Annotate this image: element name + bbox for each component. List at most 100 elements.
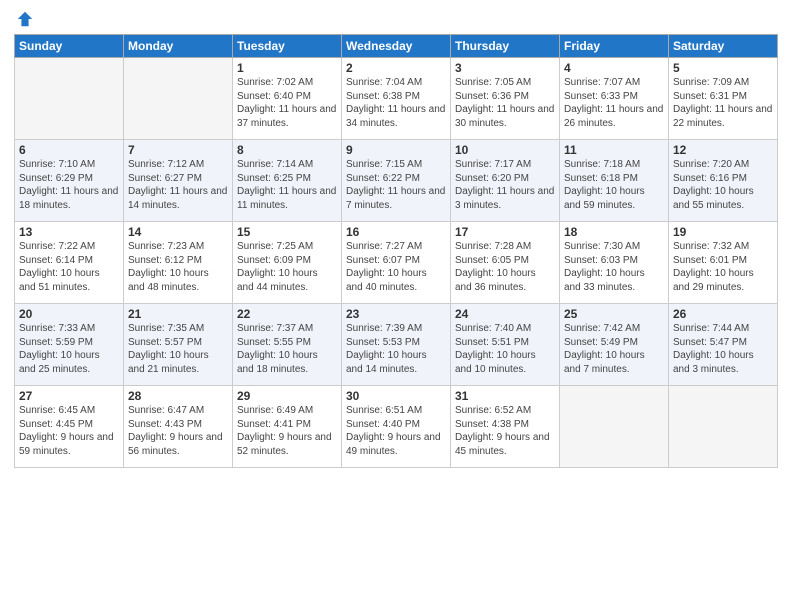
calendar-week-row: 20Sunrise: 7:33 AM Sunset: 5:59 PM Dayli… <box>15 304 778 386</box>
calendar-cell: 3Sunrise: 7:05 AM Sunset: 6:36 PM Daylig… <box>451 58 560 140</box>
day-info: Sunrise: 7:17 AM Sunset: 6:20 PM Dayligh… <box>455 158 555 212</box>
calendar-week-row: 6Sunrise: 7:10 AM Sunset: 6:29 PM Daylig… <box>15 140 778 222</box>
logo-icon <box>16 10 34 28</box>
day-info: Sunrise: 7:30 AM Sunset: 6:03 PM Dayligh… <box>564 240 664 294</box>
calendar-cell: 12Sunrise: 7:20 AM Sunset: 6:16 PM Dayli… <box>669 140 778 222</box>
day-info: Sunrise: 7:32 AM Sunset: 6:01 PM Dayligh… <box>673 240 773 294</box>
day-info: Sunrise: 6:51 AM Sunset: 4:40 PM Dayligh… <box>346 404 446 458</box>
weekday-sunday: Sunday <box>15 35 124 58</box>
calendar-cell <box>15 58 124 140</box>
weekday-header-row: SundayMondayTuesdayWednesdayThursdayFrid… <box>15 35 778 58</box>
calendar-table: SundayMondayTuesdayWednesdayThursdayFrid… <box>14 34 778 468</box>
day-number: 26 <box>673 307 773 321</box>
calendar-cell: 21Sunrise: 7:35 AM Sunset: 5:57 PM Dayli… <box>124 304 233 386</box>
day-info: Sunrise: 7:44 AM Sunset: 5:47 PM Dayligh… <box>673 322 773 376</box>
calendar-cell: 16Sunrise: 7:27 AM Sunset: 6:07 PM Dayli… <box>342 222 451 304</box>
calendar-week-row: 13Sunrise: 7:22 AM Sunset: 6:14 PM Dayli… <box>15 222 778 304</box>
calendar-cell: 31Sunrise: 6:52 AM Sunset: 4:38 PM Dayli… <box>451 386 560 468</box>
day-number: 12 <box>673 143 773 157</box>
calendar-cell: 18Sunrise: 7:30 AM Sunset: 6:03 PM Dayli… <box>560 222 669 304</box>
day-info: Sunrise: 6:47 AM Sunset: 4:43 PM Dayligh… <box>128 404 228 458</box>
day-info: Sunrise: 7:20 AM Sunset: 6:16 PM Dayligh… <box>673 158 773 212</box>
day-number: 14 <box>128 225 228 239</box>
calendar-cell: 23Sunrise: 7:39 AM Sunset: 5:53 PM Dayli… <box>342 304 451 386</box>
day-number: 24 <box>455 307 555 321</box>
day-number: 20 <box>19 307 119 321</box>
calendar-cell: 13Sunrise: 7:22 AM Sunset: 6:14 PM Dayli… <box>15 222 124 304</box>
day-number: 23 <box>346 307 446 321</box>
day-number: 8 <box>237 143 337 157</box>
calendar-cell: 8Sunrise: 7:14 AM Sunset: 6:25 PM Daylig… <box>233 140 342 222</box>
logo <box>14 10 34 28</box>
calendar-cell: 25Sunrise: 7:42 AM Sunset: 5:49 PM Dayli… <box>560 304 669 386</box>
weekday-thursday: Thursday <box>451 35 560 58</box>
day-info: Sunrise: 6:45 AM Sunset: 4:45 PM Dayligh… <box>19 404 119 458</box>
day-number: 18 <box>564 225 664 239</box>
calendar-cell: 7Sunrise: 7:12 AM Sunset: 6:27 PM Daylig… <box>124 140 233 222</box>
day-number: 6 <box>19 143 119 157</box>
day-info: Sunrise: 7:40 AM Sunset: 5:51 PM Dayligh… <box>455 322 555 376</box>
day-info: Sunrise: 7:02 AM Sunset: 6:40 PM Dayligh… <box>237 76 337 130</box>
day-info: Sunrise: 7:35 AM Sunset: 5:57 PM Dayligh… <box>128 322 228 376</box>
day-number: 29 <box>237 389 337 403</box>
day-info: Sunrise: 7:28 AM Sunset: 6:05 PM Dayligh… <box>455 240 555 294</box>
day-number: 16 <box>346 225 446 239</box>
calendar-cell <box>560 386 669 468</box>
day-number: 13 <box>19 225 119 239</box>
calendar-cell: 28Sunrise: 6:47 AM Sunset: 4:43 PM Dayli… <box>124 386 233 468</box>
day-number: 25 <box>564 307 664 321</box>
day-info: Sunrise: 6:49 AM Sunset: 4:41 PM Dayligh… <box>237 404 337 458</box>
day-number: 4 <box>564 61 664 75</box>
calendar-cell: 17Sunrise: 7:28 AM Sunset: 6:05 PM Dayli… <box>451 222 560 304</box>
day-number: 11 <box>564 143 664 157</box>
day-info: Sunrise: 7:42 AM Sunset: 5:49 PM Dayligh… <box>564 322 664 376</box>
calendar-cell: 4Sunrise: 7:07 AM Sunset: 6:33 PM Daylig… <box>560 58 669 140</box>
day-number: 2 <box>346 61 446 75</box>
day-info: Sunrise: 7:22 AM Sunset: 6:14 PM Dayligh… <box>19 240 119 294</box>
calendar-cell: 19Sunrise: 7:32 AM Sunset: 6:01 PM Dayli… <box>669 222 778 304</box>
weekday-monday: Monday <box>124 35 233 58</box>
day-info: Sunrise: 7:07 AM Sunset: 6:33 PM Dayligh… <box>564 76 664 130</box>
day-number: 5 <box>673 61 773 75</box>
calendar-cell: 22Sunrise: 7:37 AM Sunset: 5:55 PM Dayli… <box>233 304 342 386</box>
calendar-cell: 10Sunrise: 7:17 AM Sunset: 6:20 PM Dayli… <box>451 140 560 222</box>
day-number: 17 <box>455 225 555 239</box>
day-info: Sunrise: 7:25 AM Sunset: 6:09 PM Dayligh… <box>237 240 337 294</box>
day-number: 1 <box>237 61 337 75</box>
day-info: Sunrise: 7:39 AM Sunset: 5:53 PM Dayligh… <box>346 322 446 376</box>
day-number: 10 <box>455 143 555 157</box>
calendar-cell: 24Sunrise: 7:40 AM Sunset: 5:51 PM Dayli… <box>451 304 560 386</box>
calendar-cell <box>669 386 778 468</box>
day-number: 21 <box>128 307 228 321</box>
day-info: Sunrise: 7:33 AM Sunset: 5:59 PM Dayligh… <box>19 322 119 376</box>
day-info: Sunrise: 7:12 AM Sunset: 6:27 PM Dayligh… <box>128 158 228 212</box>
day-info: Sunrise: 7:14 AM Sunset: 6:25 PM Dayligh… <box>237 158 337 212</box>
calendar-cell: 26Sunrise: 7:44 AM Sunset: 5:47 PM Dayli… <box>669 304 778 386</box>
day-info: Sunrise: 7:18 AM Sunset: 6:18 PM Dayligh… <box>564 158 664 212</box>
day-number: 9 <box>346 143 446 157</box>
weekday-wednesday: Wednesday <box>342 35 451 58</box>
weekday-friday: Friday <box>560 35 669 58</box>
calendar-cell: 5Sunrise: 7:09 AM Sunset: 6:31 PM Daylig… <box>669 58 778 140</box>
weekday-tuesday: Tuesday <box>233 35 342 58</box>
calendar-cell: 15Sunrise: 7:25 AM Sunset: 6:09 PM Dayli… <box>233 222 342 304</box>
day-info: Sunrise: 6:52 AM Sunset: 4:38 PM Dayligh… <box>455 404 555 458</box>
day-number: 7 <box>128 143 228 157</box>
day-number: 28 <box>128 389 228 403</box>
calendar-cell: 11Sunrise: 7:18 AM Sunset: 6:18 PM Dayli… <box>560 140 669 222</box>
day-number: 31 <box>455 389 555 403</box>
day-number: 22 <box>237 307 337 321</box>
calendar-cell: 27Sunrise: 6:45 AM Sunset: 4:45 PM Dayli… <box>15 386 124 468</box>
day-info: Sunrise: 7:10 AM Sunset: 6:29 PM Dayligh… <box>19 158 119 212</box>
calendar-cell: 6Sunrise: 7:10 AM Sunset: 6:29 PM Daylig… <box>15 140 124 222</box>
day-info: Sunrise: 7:04 AM Sunset: 6:38 PM Dayligh… <box>346 76 446 130</box>
calendar-container: SundayMondayTuesdayWednesdayThursdayFrid… <box>0 0 792 612</box>
calendar-cell: 1Sunrise: 7:02 AM Sunset: 6:40 PM Daylig… <box>233 58 342 140</box>
day-number: 30 <box>346 389 446 403</box>
calendar-cell: 30Sunrise: 6:51 AM Sunset: 4:40 PM Dayli… <box>342 386 451 468</box>
calendar-week-row: 27Sunrise: 6:45 AM Sunset: 4:45 PM Dayli… <box>15 386 778 468</box>
day-number: 15 <box>237 225 337 239</box>
day-number: 3 <box>455 61 555 75</box>
day-number: 27 <box>19 389 119 403</box>
day-number: 19 <box>673 225 773 239</box>
